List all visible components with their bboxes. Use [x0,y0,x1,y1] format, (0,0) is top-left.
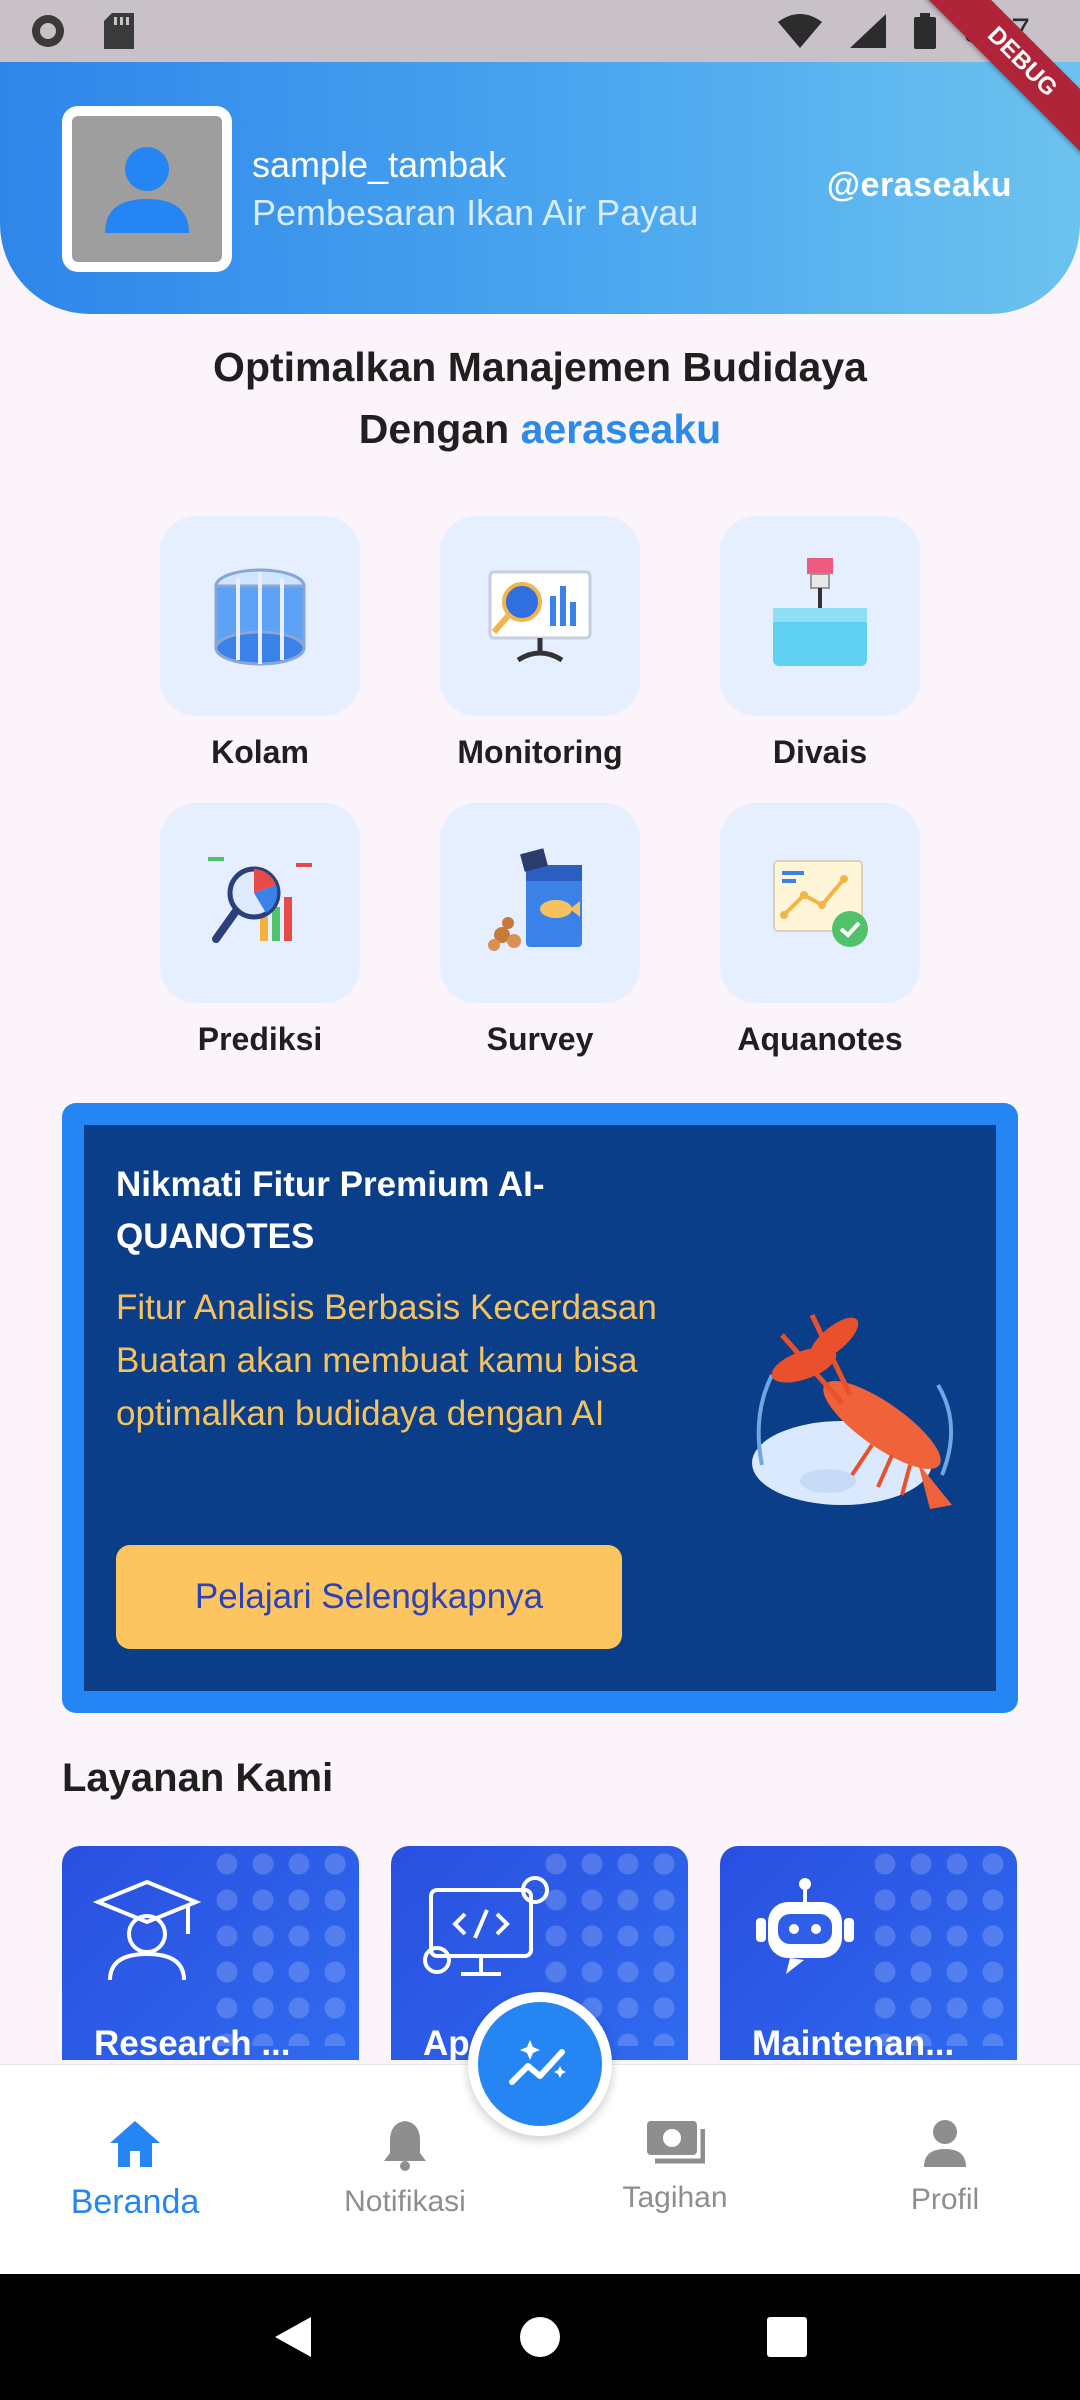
monitoring-icon [488,570,592,663]
menu-label: Divais [772,734,868,770]
headline-prefix: Dengan [358,406,510,452]
nav-label: Tagihan [622,2181,728,2214]
promo-description: Fitur Analisis Berbasis Kecerdasan Buata… [116,1288,657,1433]
record-icon [32,15,64,47]
menu-item-monitoring[interactable]: Monitoring [400,516,680,771]
menu-tile[interactable] [440,516,640,716]
device-sensor-icon [773,558,867,666]
learn-more-button[interactable]: Pelajari Selengkapnya [116,1545,622,1649]
profile-header: sample_tambak Pembesaran Ikan Air Payau … [0,62,1080,314]
battery-icon [913,13,936,49]
system-navigation-bar [0,2274,1080,2400]
menu-tile[interactable] [440,803,640,1003]
nav-label: Profil [910,2183,980,2216]
headline-accent: aeraseaku [520,406,722,452]
nav-item-profil[interactable]: Profil [810,2065,1080,2274]
survey-icon [488,848,582,951]
analytics-fab-button[interactable] [468,1992,612,2136]
brand-logo: @eraseaku [826,166,1012,204]
headline: Optimalkan Manajemen Budidaya Dengan aer… [0,336,1080,460]
person-placeholder-icon [105,147,189,233]
bill-icon [647,2121,705,2164]
nav-label: Notifikasi [344,2185,466,2218]
recents-icon[interactable] [767,2317,808,2357]
menu-tile[interactable] [160,516,360,716]
menu-item-kolam[interactable]: Kolam [120,516,400,771]
aquanotes-icon [773,860,868,947]
menu-label: Kolam [211,734,309,770]
nav-item-beranda[interactable]: Beranda [0,2065,270,2274]
headline-line2: Dengan aeraseaku [0,398,1080,460]
wifi-icon [777,14,822,48]
menu-tile[interactable] [720,803,920,1003]
menu-item-prediksi[interactable]: Prediksi [120,803,400,1058]
farm-name: sample_tambak [252,144,507,185]
service-card-maintenance[interactable]: Maintenan... [720,1846,1017,2060]
menu-tile[interactable] [160,803,360,1003]
lobster-illustration [752,1313,953,1509]
menu-label: Survey [486,1021,594,1057]
person-icon [924,2120,966,2167]
promo-title: Nikmati Fitur Premium AI-QUANOTES [116,1165,545,1256]
signal-icon [849,14,886,48]
service-label: Maintenan... [752,2024,955,2060]
menu-item-divais[interactable]: Divais [680,516,960,771]
home-icon [110,2121,160,2167]
service-card-research[interactable]: Research ... [62,1846,359,2060]
graduate-icon [92,1879,202,1981]
back-icon[interactable] [273,2315,313,2359]
pond-icon [214,568,306,666]
menu-item-survey[interactable]: Survey [400,803,680,1058]
menu-item-aquanotes[interactable]: Aquanotes [680,803,960,1058]
menu-label: Prediksi [197,1021,323,1057]
home-button-icon[interactable] [518,2315,562,2359]
prediction-icon [208,857,312,943]
promo-content: Nikmati Fitur Premium AI-QUANOTES Fitur … [84,1125,996,1691]
status-bar: 8:17 [0,0,1080,62]
services-title: Layanan Kami [62,1756,334,1800]
sparkle-chart-icon [509,2040,566,2085]
headline-line1: Optimalkan Manajemen Budidaya [213,344,867,390]
code-monitor-icon [423,1876,549,1976]
sd-card-icon [104,13,134,49]
bell-icon [384,2121,426,2171]
menu-label: Monitoring [457,734,623,770]
feature-menu: Kolam Monitoring Divais Prediksi Survey … [120,516,960,1058]
avatar[interactable] [62,106,232,272]
nav-label: Beranda [70,2183,200,2221]
farm-type: Pembesaran Ikan Air Payau [252,192,699,233]
menu-tile[interactable] [720,516,920,716]
menu-label: Aquanotes [737,1021,903,1057]
promo-banner: Nikmati Fitur Premium AI-QUANOTES Fitur … [62,1103,1018,1713]
service-label: Research ... [94,2024,291,2060]
robot-icon [756,1878,854,1974]
